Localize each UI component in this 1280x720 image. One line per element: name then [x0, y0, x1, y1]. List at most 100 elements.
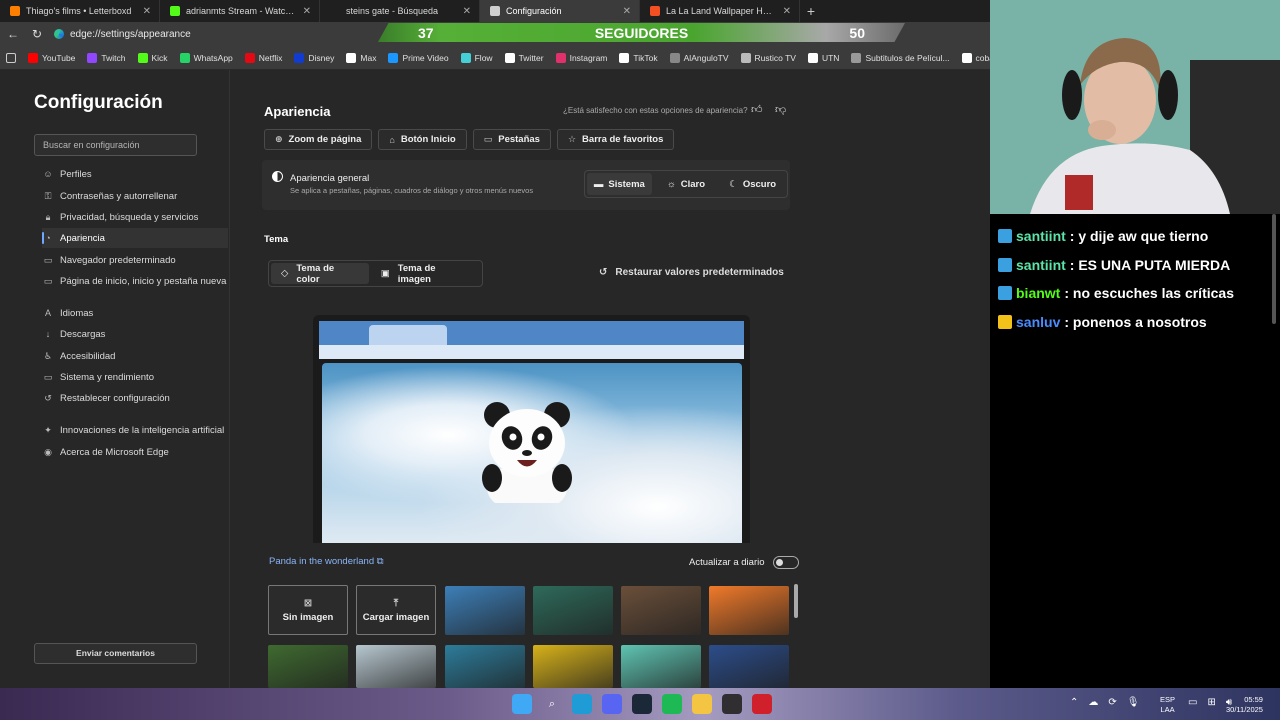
sidebar-item[interactable]: ↓ Descargas	[42, 324, 228, 344]
thumbs-up-icon[interactable]: 👍︎	[751, 103, 763, 116]
bookmark-favicon-icon	[28, 52, 38, 63]
sidebar-item[interactable]: ⚿ Contraseñas y autorrellenar	[42, 186, 228, 206]
search-icon[interactable]: ⌕	[542, 694, 562, 714]
sidebar-item[interactable]: ♿︎ Accesibilidad	[42, 346, 228, 366]
chat-scrollbar[interactable]	[1272, 214, 1276, 324]
display-icon[interactable]: ▭	[1188, 697, 1197, 708]
wallpaper-thumbnail[interactable]	[533, 586, 613, 635]
daily-toggle[interactable]	[772, 556, 799, 569]
mode-option[interactable]: ▬ Sistema	[587, 173, 652, 195]
bookmark-item[interactable]: WhatsApp	[179, 52, 233, 63]
new-tab-icon[interactable]: +	[800, 0, 822, 22]
bookmark-item[interactable]: Twitter	[504, 52, 544, 63]
sync-icon[interactable]: ⟳	[1108, 697, 1116, 708]
theme-name-link[interactable]: Panda in the wonderland ⧉	[269, 556, 384, 567]
sidebar-item[interactable]: ◔ Apariencia	[42, 228, 228, 248]
bookmark-item[interactable]: YouTube	[28, 52, 75, 63]
restore-defaults-button[interactable]: ↺ Restaurar valores predeterminados	[599, 267, 784, 278]
collections-icon[interactable]	[6, 52, 16, 63]
browser-tab[interactable]: Thiago's films • Letterboxd ✕	[0, 0, 160, 22]
quick-link-button[interactable]: ⊕ Zoom de página	[264, 129, 373, 150]
chat-text: : y dije aw que tierno	[1069, 228, 1209, 245]
sidebar-item[interactable]: ☺ Perfiles	[42, 164, 228, 184]
mic-icon[interactable]: 🎙︎	[1127, 697, 1140, 708]
sidebar-item[interactable]: ✦ Innovaciones de la inteligencia artific…	[42, 420, 228, 440]
browser-tab[interactable]: adrianmts Stream - Watch Live o ✕	[160, 0, 320, 22]
bookmark-item[interactable]: Twitch	[87, 52, 126, 63]
wallpaper-thumbnail[interactable]	[709, 586, 789, 635]
bookmark-item[interactable]: Flow	[460, 52, 493, 63]
restore-icon: ↺	[599, 267, 608, 278]
close-icon[interactable]: ✕	[303, 6, 311, 17]
browser-tab[interactable]: steins gate - Búsqueda ✕	[320, 0, 480, 22]
browser-icon: ▭	[43, 254, 53, 265]
browser-tab[interactable]: La La Land Wallpaper HD HomeP ✕	[640, 0, 800, 22]
theme-type-option[interactable]: ◇ Tema de color	[271, 263, 369, 285]
wallpaper-thumbnail[interactable]	[533, 645, 613, 688]
user-badge-icon	[998, 314, 1012, 329]
windows-icon[interactable]	[512, 694, 532, 714]
wallpaper-thumbnail[interactable]	[445, 645, 525, 688]
bookmark-label: Twitter	[518, 52, 544, 63]
chevron-up-icon[interactable]: ⌃	[1070, 697, 1078, 708]
quick-link-button[interactable]: ⌂ Botón Inicio	[378, 129, 467, 150]
sidebar-item[interactable]: 🔒︎ Privacidad, búsqueda y servicios	[42, 207, 228, 227]
theme-type-option[interactable]: ▣ Tema de imagen	[371, 263, 480, 285]
wallpaper-scrollbar[interactable]	[794, 584, 798, 618]
appearance-icon: ◔	[45, 233, 51, 243]
browser-tab[interactable]: Configuración ✕	[480, 0, 640, 22]
media-icon[interactable]	[752, 694, 772, 714]
bookmark-item[interactable]: Subtitulos de Películ...	[851, 52, 950, 63]
wallpaper-action-button[interactable]: ⊠ Sin imagen	[268, 585, 348, 635]
bookmark-item[interactable]: Netflix	[244, 52, 282, 63]
cloud-icon[interactable]: ☁	[1088, 697, 1098, 708]
bookmark-item[interactable]: Prime Video	[388, 52, 449, 63]
bookmark-item[interactable]: Disney	[294, 52, 334, 63]
wallpaper-thumbnail[interactable]	[356, 645, 436, 688]
sidebar-item[interactable]: ▭ Sistema y rendimiento	[42, 367, 228, 387]
refresh-icon[interactable]: ↻	[30, 27, 44, 41]
discord-icon[interactable]	[602, 694, 622, 714]
search-input[interactable]: Buscar en configuración	[34, 134, 197, 156]
sidebar-item[interactable]: ▭ Navegador predeterminado	[42, 250, 228, 270]
sidebar-item[interactable]: ◉ Acerca de Microsoft Edge	[42, 442, 228, 462]
language-indicator[interactable]: ESP LAA	[1160, 695, 1175, 715]
sidebar-item[interactable]: A Idiomas	[42, 303, 228, 323]
bookmark-item[interactable]: Rustico TV	[740, 52, 796, 63]
sidebar-item[interactable]: ▭ Página de inicio, inicio y pestaña nuev…	[42, 271, 228, 291]
stream-overlay: santiint: y dije aw que tierno santiint: …	[990, 0, 1280, 688]
thumbs-down-icon[interactable]: 👎︎	[775, 103, 786, 116]
close-icon[interactable]: ✕	[783, 6, 791, 17]
edge-icon[interactable]	[572, 694, 592, 714]
explorer-icon[interactable]	[692, 694, 712, 714]
back-icon[interactable]: ←	[6, 27, 20, 41]
close-icon[interactable]: ✕	[143, 6, 151, 17]
url-field[interactable]: edge://settings/appearance	[54, 29, 191, 40]
mode-option[interactable]: ☾ Oscuro	[720, 173, 785, 195]
steam-icon[interactable]	[632, 694, 652, 714]
quick-link-button[interactable]: ▭ Pestañas	[472, 129, 551, 150]
wallpaper-thumbnail[interactable]	[621, 645, 701, 688]
spotify-icon[interactable]	[662, 694, 682, 714]
obs-icon[interactable]	[722, 694, 742, 714]
sidebar-item[interactable]: ↺ Restablecer configuración	[42, 388, 228, 408]
wallpaper-thumbnail[interactable]	[621, 586, 701, 635]
bookmark-item[interactable]: UTN	[807, 52, 839, 63]
bookmark-item[interactable]: AlAnguloTV	[669, 52, 729, 63]
mode-option[interactable]: ☼ Claro	[654, 173, 719, 195]
bookmark-item[interactable]: Kick	[137, 52, 168, 63]
wallpaper-thumbnail[interactable]	[268, 645, 348, 688]
bookmark-item[interactable]: Max	[346, 52, 376, 63]
wallpaper-thumbnail[interactable]	[445, 586, 525, 635]
bookmark-item[interactable]: Instagram	[555, 52, 607, 63]
bookmark-item[interactable]: TikTok	[619, 52, 658, 63]
feedback-button[interactable]: Enviar comentarios	[34, 643, 197, 664]
quick-link-button[interactable]: ☆ Barra de favoritos	[556, 129, 675, 150]
close-icon[interactable]: ✕	[463, 6, 471, 17]
network-icon[interactable]: ⊞	[1207, 697, 1215, 708]
download-icon: ↓	[45, 329, 51, 339]
clock[interactable]: 05:59 30/11/2025	[1226, 695, 1263, 715]
close-icon[interactable]: ✕	[623, 6, 631, 17]
wallpaper-thumbnail[interactable]	[709, 645, 789, 688]
wallpaper-action-button[interactable]: ⤒ Cargar imagen	[356, 585, 436, 635]
